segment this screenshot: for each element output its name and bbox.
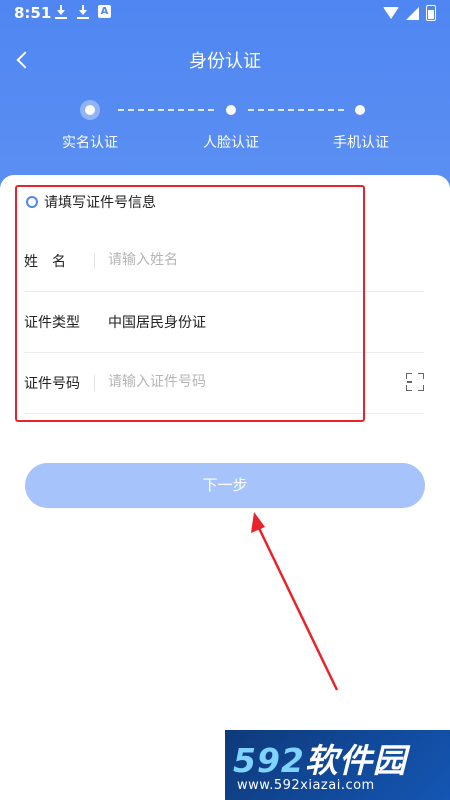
divider xyxy=(94,375,95,391)
name-label: 姓 名 xyxy=(24,254,66,270)
id-number-label: 证件号码 xyxy=(24,376,80,392)
step-connector xyxy=(118,109,214,111)
id-number-input[interactable] xyxy=(108,369,388,395)
next-step-button[interactable]: 下一步 xyxy=(25,463,425,508)
status-bar: 8:51 A xyxy=(0,0,450,26)
download-icon xyxy=(76,5,90,19)
status-icons-right xyxy=(383,5,436,21)
watermark-text: 软件园 xyxy=(304,741,407,780)
watermark-url: www.592xiazai.com xyxy=(237,778,375,793)
a-icon: A xyxy=(98,5,111,18)
wifi-icon xyxy=(383,7,399,19)
watermark-logo: 592软件园 www.592xiazai.com xyxy=(225,730,450,800)
id-type-value[interactable]: 中国居民身份证 xyxy=(108,312,206,332)
battery-icon xyxy=(426,5,436,21)
name-input[interactable] xyxy=(108,247,388,273)
step-dot xyxy=(226,105,236,115)
scan-icon[interactable] xyxy=(406,373,424,391)
page-title: 身份认证 xyxy=(189,51,261,72)
step-dot xyxy=(355,105,365,115)
id-type-row[interactable]: 证件类型 中国居民身份证 xyxy=(24,292,424,353)
id-type-label: 证件类型 xyxy=(24,315,80,331)
ring-icon xyxy=(26,196,38,208)
step-label-face: 人脸认证 xyxy=(203,135,259,151)
download-icon xyxy=(54,5,68,19)
id-number-row: 证件号码 xyxy=(24,353,424,414)
watermark-digits: 592 xyxy=(233,741,305,780)
section-heading: 请填写证件号信息 xyxy=(26,192,156,212)
divider xyxy=(94,253,95,269)
status-time: 8:51 xyxy=(14,4,52,22)
status-icons-left: A xyxy=(54,5,111,19)
step-label-realname: 实名认证 xyxy=(62,135,118,151)
section-heading-text: 请填写证件号信息 xyxy=(44,195,156,211)
name-row: 姓 名 xyxy=(24,231,424,292)
step-indicator: 实名认证 人脸认证 手机认证 xyxy=(0,95,450,165)
step-connector xyxy=(248,109,344,111)
signal-icon xyxy=(406,6,419,20)
step-dot-active xyxy=(80,100,100,120)
step-label-phone: 手机认证 xyxy=(333,135,389,151)
